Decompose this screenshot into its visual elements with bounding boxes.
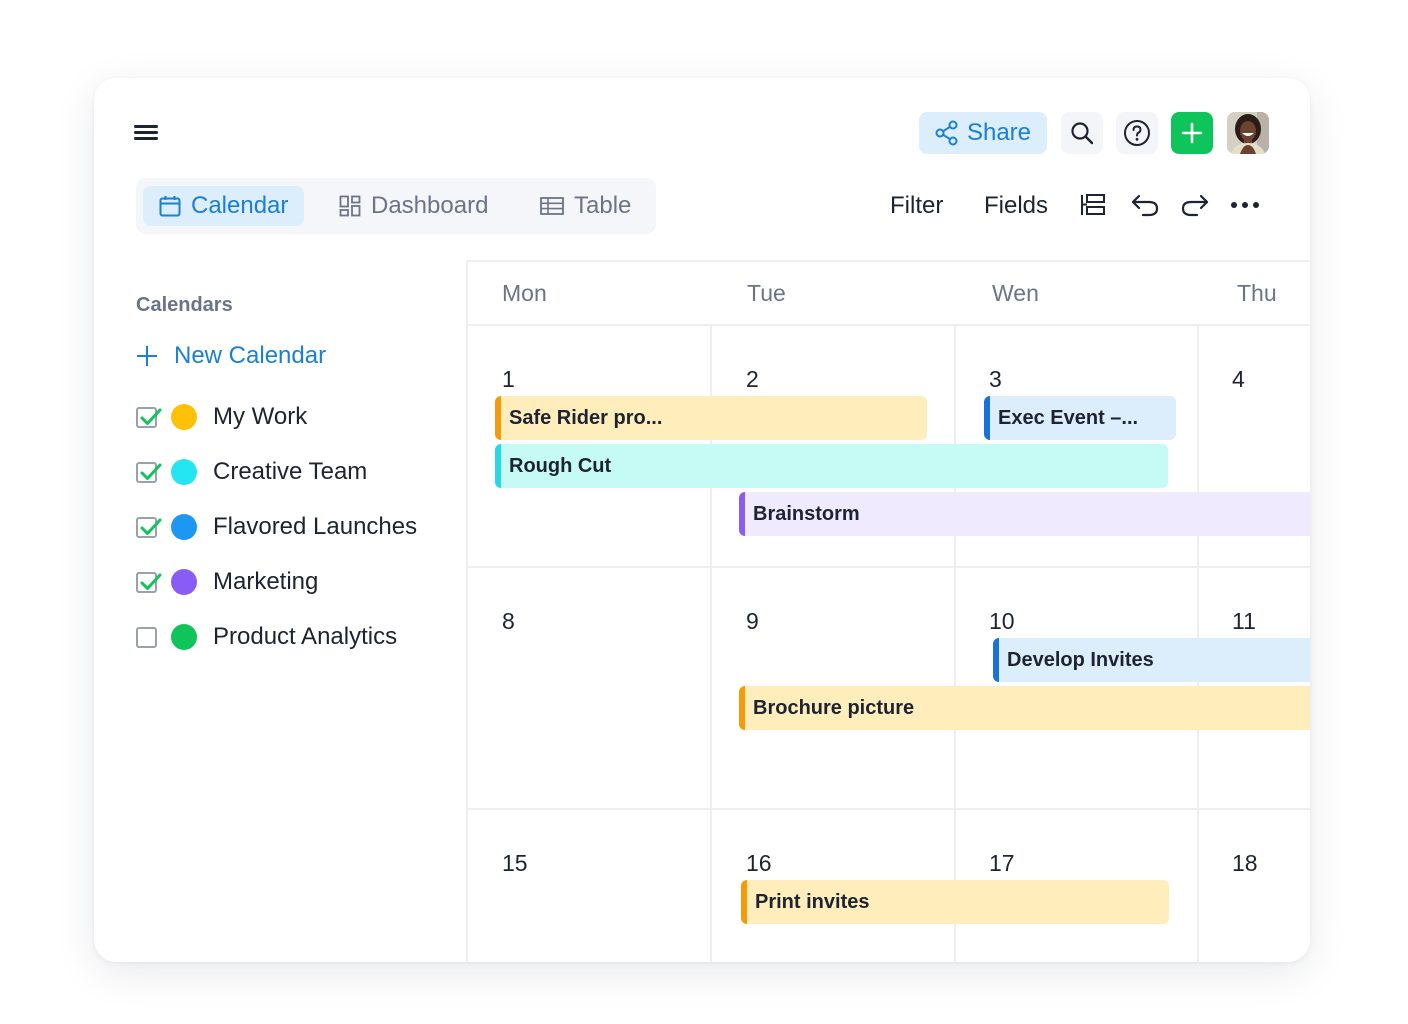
- share-icon: [935, 120, 958, 146]
- redo-icon: [1181, 194, 1209, 217]
- date-cell[interactable]: 3: [989, 366, 1002, 393]
- calendar-label: Flavored Launches: [213, 513, 418, 540]
- dashboard-icon: [339, 195, 361, 217]
- calendars-heading: Calendars: [136, 294, 233, 316]
- search-icon: [1071, 122, 1094, 145]
- new-calendar-label: New Calendar: [174, 342, 327, 369]
- day-header-wen: Wen: [992, 280, 1039, 306]
- day-header-mon: Mon: [502, 280, 547, 306]
- help-icon: [1124, 120, 1150, 146]
- event-exec-event[interactable]: Exec Event –...: [984, 396, 1176, 440]
- grid-line: [468, 566, 1310, 568]
- tab-table[interactable]: Table: [524, 186, 647, 226]
- event-rough-cut[interactable]: Rough Cut: [495, 444, 1168, 488]
- calendar-color-dot: [171, 624, 197, 650]
- table-icon: [540, 197, 564, 215]
- date-cell[interactable]: 9: [746, 608, 759, 635]
- tab-calendar-label: Calendar: [191, 192, 289, 219]
- undo-icon: [1131, 194, 1159, 217]
- calendar-checkbox[interactable]: [136, 626, 157, 648]
- day-header-tue: Tue: [747, 280, 786, 306]
- date-cell[interactable]: 11: [1232, 608, 1256, 635]
- redo-button[interactable]: [1180, 190, 1210, 220]
- check-icon: [140, 408, 162, 425]
- calendar-grid: Mon Tue Wen Thu 1 2 3 4 8 9 10 11 15 16 …: [466, 260, 1310, 962]
- event-print-invites[interactable]: Print invites: [741, 880, 1169, 924]
- date-cell[interactable]: 2: [746, 366, 759, 393]
- calendar-item[interactable]: Creative Team: [136, 457, 367, 487]
- group-button[interactable]: [1078, 190, 1108, 220]
- date-cell[interactable]: 18: [1232, 850, 1258, 877]
- calendar-label: Product Analytics: [213, 623, 398, 650]
- calendar-color-dot: [171, 514, 197, 540]
- calendar-label: My Work: [213, 403, 308, 430]
- more-options-button[interactable]: [1230, 190, 1260, 220]
- event-brainstorm[interactable]: Brainstorm: [739, 492, 1310, 536]
- calendar-item[interactable]: Flavored Launches: [136, 512, 417, 542]
- grid-line: [954, 326, 956, 962]
- new-calendar-button[interactable]: New Calendar: [136, 342, 326, 370]
- view-tabs: Calendar Dashboard Table: [136, 178, 656, 234]
- tab-dashboard-label: Dashboard: [371, 192, 489, 219]
- tab-table-label: Table: [574, 192, 632, 219]
- calendar-checkbox[interactable]: [136, 461, 162, 483]
- calendar-label: Marketing: [213, 568, 319, 595]
- tab-calendar[interactable]: Calendar: [143, 186, 305, 226]
- plus-icon: [1181, 122, 1203, 144]
- calendar-checkbox[interactable]: [136, 406, 162, 428]
- event-develop-invites[interactable]: Develop Invites: [993, 638, 1310, 682]
- date-cell[interactable]: 10: [989, 608, 1015, 635]
- calendar-checkbox[interactable]: [136, 516, 162, 538]
- add-button[interactable]: [1171, 112, 1213, 154]
- share-label: Share: [966, 119, 1032, 146]
- calendar-color-dot: [171, 569, 197, 595]
- share-button[interactable]: Share: [919, 112, 1047, 154]
- event-brochure-picture[interactable]: Brochure picture: [739, 686, 1310, 730]
- undo-button[interactable]: [1130, 190, 1160, 220]
- calendar-checkbox[interactable]: [136, 571, 162, 593]
- calendar-color-dot: [171, 404, 197, 430]
- ellipsis-icon: [1231, 202, 1259, 208]
- help-button[interactable]: [1116, 112, 1158, 154]
- check-icon: [140, 518, 162, 535]
- date-cell[interactable]: 4: [1232, 366, 1245, 393]
- event-safe-rider[interactable]: Safe Rider pro...: [495, 396, 927, 440]
- plus-icon: [137, 346, 157, 366]
- search-button[interactable]: [1061, 112, 1103, 154]
- calendar-color-dot: [171, 459, 197, 485]
- check-icon: [140, 463, 162, 480]
- filter-button[interactable]: Filter: [890, 192, 943, 220]
- calendar-item[interactable]: Product Analytics: [136, 622, 397, 652]
- app-window: Share Calendar Dashboard Table Filter Fi…: [94, 78, 1310, 962]
- calendar-label: Creative Team: [213, 458, 368, 485]
- fields-button[interactable]: Fields: [984, 192, 1048, 220]
- grid-line: [468, 324, 1310, 326]
- user-photo-icon: [1227, 112, 1269, 154]
- calendar-icon: [159, 196, 181, 217]
- check-icon: [140, 573, 162, 590]
- date-cell[interactable]: 17: [989, 850, 1015, 877]
- date-cell[interactable]: 8: [502, 608, 515, 635]
- day-header-thu: Thu: [1237, 280, 1277, 306]
- calendar-item[interactable]: My Work: [136, 402, 307, 432]
- date-cell[interactable]: 15: [502, 850, 528, 877]
- date-cell[interactable]: 16: [746, 850, 772, 877]
- group-icon: [1081, 194, 1105, 215]
- calendar-item[interactable]: Marketing: [136, 567, 318, 597]
- avatar[interactable]: [1227, 112, 1269, 154]
- date-cell[interactable]: 1: [502, 366, 515, 393]
- menu-icon[interactable]: [134, 122, 160, 144]
- tab-dashboard[interactable]: Dashboard: [323, 186, 504, 226]
- grid-line: [468, 808, 1310, 810]
